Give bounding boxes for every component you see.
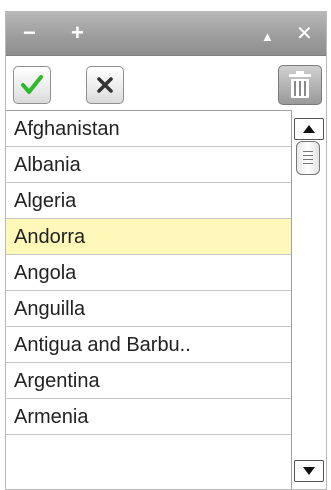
arrow-up-icon <box>303 125 315 133</box>
list-item[interactable]: Angola <box>6 255 291 291</box>
confirm-button[interactable] <box>13 66 51 104</box>
scrollbar-thumb[interactable] <box>296 141 320 175</box>
title-bar: − + ▲ ✕ <box>6 12 326 56</box>
cancel-button[interactable] <box>86 66 124 104</box>
list-item[interactable]: Algeria <box>6 183 291 219</box>
country-list[interactable]: Afghanistan Albania Algeria Andorra Ango… <box>6 110 291 489</box>
delete-button[interactable] <box>278 65 322 105</box>
x-icon <box>97 77 113 93</box>
list-item[interactable]: Albania <box>6 147 291 183</box>
list-item-selected[interactable]: Andorra <box>6 219 291 255</box>
scroll-up-button[interactable] <box>294 118 324 140</box>
arrow-down-icon <box>303 467 315 475</box>
checkmark-icon <box>21 75 43 94</box>
scroll-down-button[interactable] <box>294 460 324 482</box>
close-icon[interactable]: ✕ <box>296 23 313 45</box>
toolbar <box>6 56 326 110</box>
list-item[interactable]: Armenia <box>6 399 291 435</box>
list-item[interactable]: Anguilla <box>6 291 291 327</box>
list-item[interactable]: Argentina <box>6 363 291 399</box>
country-picker-panel: − + ▲ ✕ Afghanistan Albania Algeria Ando… <box>5 11 327 490</box>
triangle-up-icon[interactable]: ▲ <box>261 26 274 48</box>
list-item[interactable]: Afghanistan <box>6 111 291 147</box>
plus-icon[interactable]: + <box>71 22 84 44</box>
trash-icon <box>289 71 311 98</box>
list-item[interactable]: Antigua and Barbu.. <box>6 327 291 363</box>
minus-icon[interactable]: − <box>23 22 36 44</box>
vertical-scrollbar[interactable] <box>291 110 326 489</box>
